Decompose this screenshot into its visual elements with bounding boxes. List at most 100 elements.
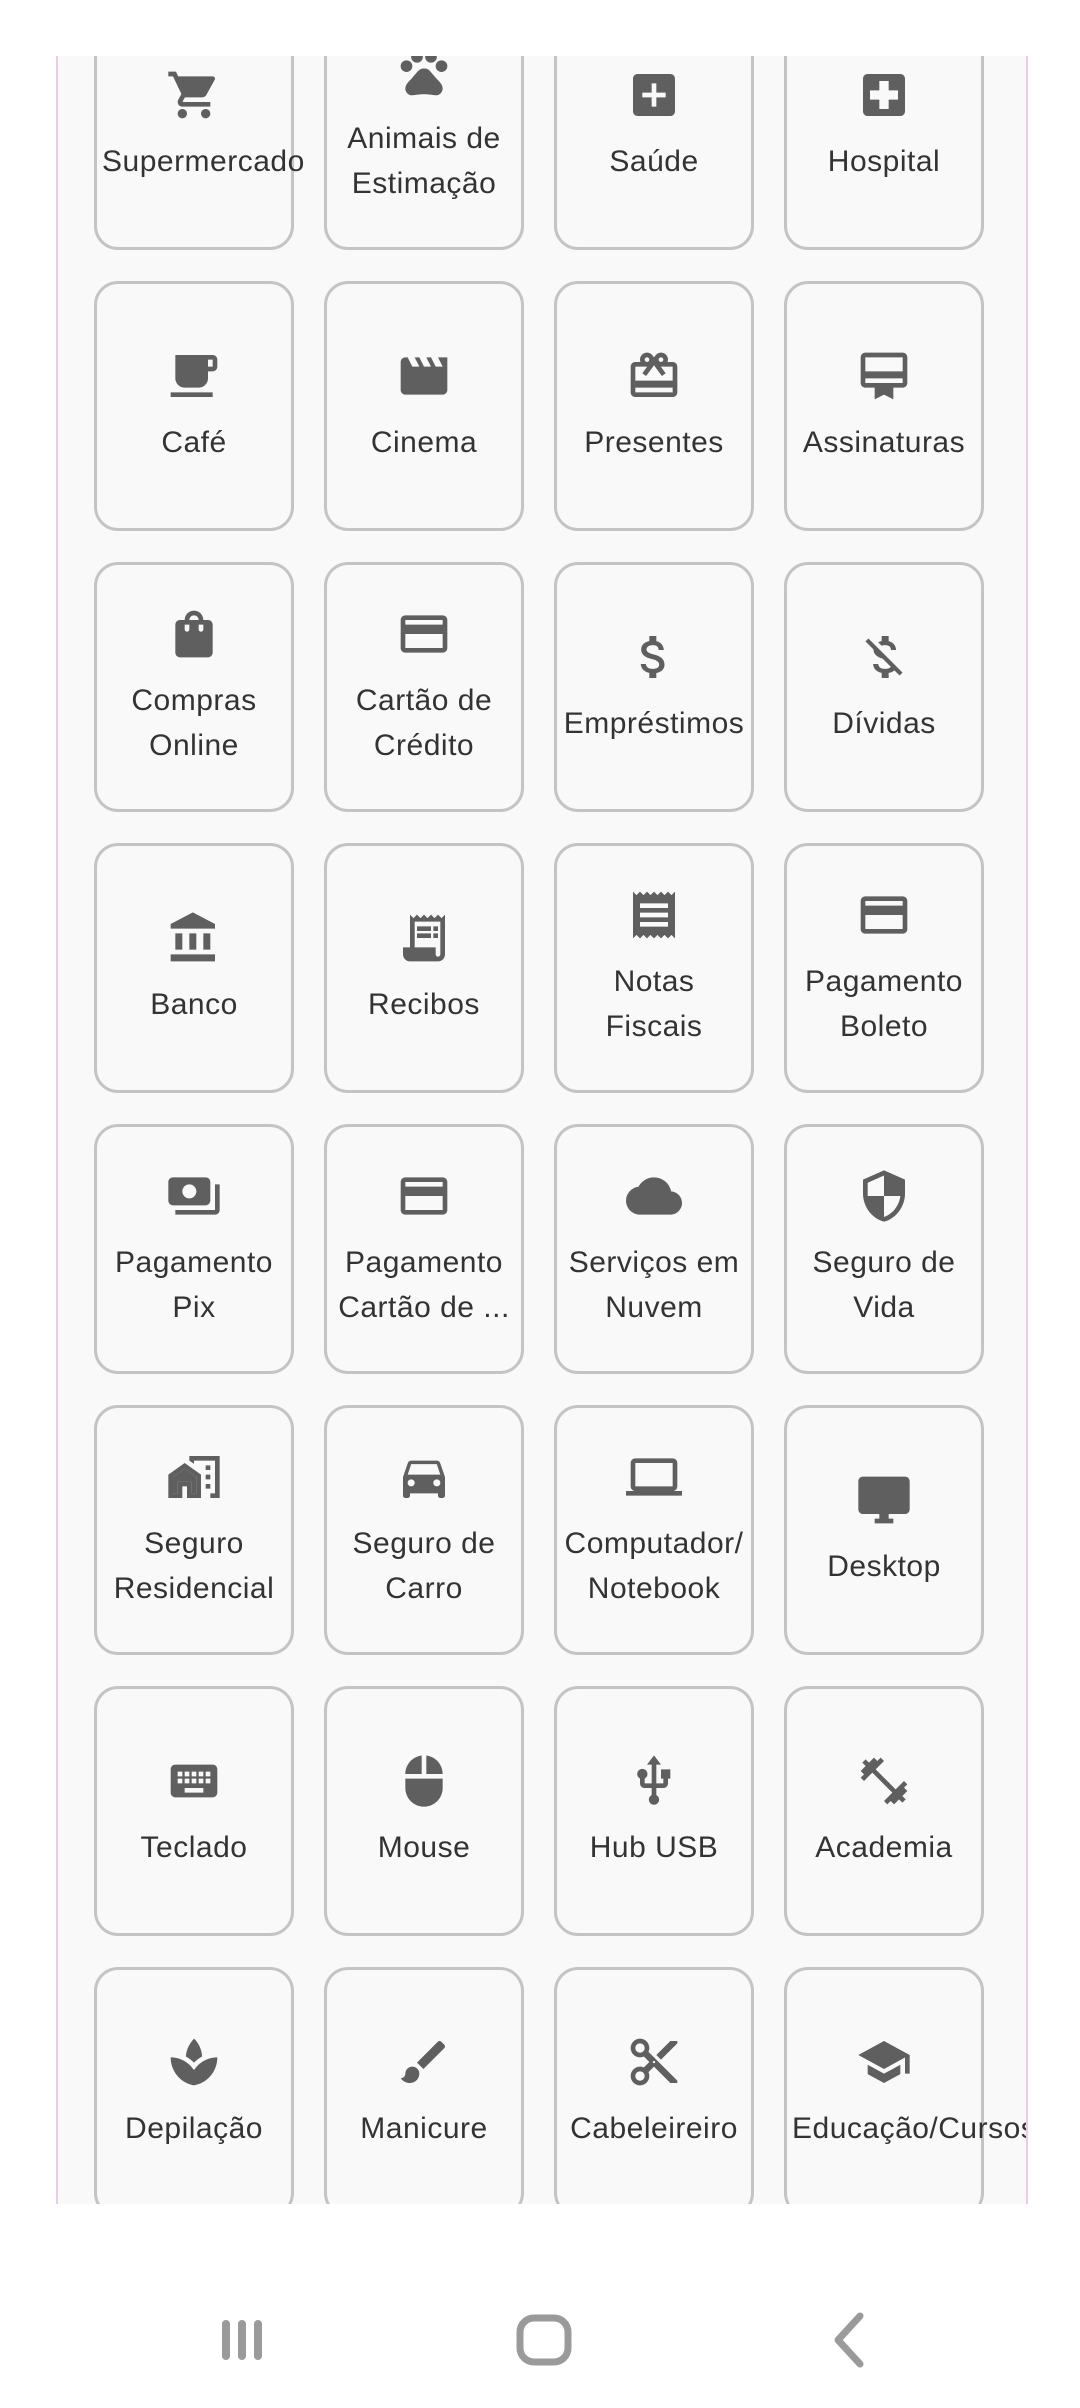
recent-apps-icon xyxy=(222,2320,262,2360)
spa-icon xyxy=(166,2034,222,2090)
category-depilacao[interactable]: Depilação xyxy=(94,1967,294,2204)
credit-card-icon xyxy=(396,1168,452,1224)
category-cinema[interactable]: Cinema xyxy=(324,281,524,531)
receipt-icon xyxy=(396,910,452,966)
graduation-cap-icon xyxy=(856,2034,912,2090)
category-label: Cabeleireiro xyxy=(570,2111,738,2145)
category-label: Cartão de Crédito xyxy=(355,684,493,762)
category-banco[interactable]: Banco xyxy=(94,843,294,1093)
back-icon xyxy=(834,2312,864,2368)
gift-icon xyxy=(626,348,682,404)
cloud-icon xyxy=(626,1168,682,1224)
category-label: Seguro de Carro xyxy=(352,1527,496,1605)
cart-icon xyxy=(166,67,222,123)
category-label: Seguro de Vida xyxy=(812,1246,956,1324)
category-manicure[interactable]: Manicure xyxy=(324,1967,524,2204)
house-icon xyxy=(166,1449,222,1505)
category-label: Cinema xyxy=(370,425,478,459)
category-label: Assinaturas xyxy=(802,425,966,459)
hospital-icon xyxy=(856,67,912,123)
dumbbell-icon xyxy=(856,1753,912,1809)
shield-icon xyxy=(856,1168,912,1224)
category-emprestimos[interactable]: Empréstimos xyxy=(554,562,754,812)
category-presentes[interactable]: Presentes xyxy=(554,281,754,531)
category-seguro-carro[interactable]: Seguro de Carro xyxy=(324,1405,524,1655)
category-computador[interactable]: Computador/Notebook xyxy=(554,1405,754,1655)
category-label: Compras Online xyxy=(131,684,257,762)
category-label: Banco xyxy=(150,987,238,1021)
category-label: Academia xyxy=(815,1830,953,1864)
category-label: Hub USB xyxy=(589,1830,719,1864)
bank-icon xyxy=(166,910,222,966)
recent-apps-button[interactable] xyxy=(202,2300,282,2380)
money-off-icon xyxy=(856,629,912,685)
category-servicos-nuvem[interactable]: Serviços em Nuvem xyxy=(554,1124,754,1374)
category-label: Teclado xyxy=(140,1830,248,1864)
category-label: Saúde xyxy=(609,144,699,178)
category-cabeleireiro[interactable]: Cabeleireiro xyxy=(554,1967,754,2204)
category-pagamento-cartao[interactable]: Pagamento Cartão de ... xyxy=(324,1124,524,1374)
subscription-icon xyxy=(856,348,912,404)
credit-card-icon xyxy=(396,606,452,662)
category-label: Desktop xyxy=(827,1549,941,1583)
coffee-icon xyxy=(166,348,222,404)
category-label: Seguro Residencial xyxy=(113,1527,275,1605)
category-pagamento-boleto[interactable]: Pagamento Boleto xyxy=(784,843,984,1093)
category-grid: Supermercado Animais de Estimação Saúde … xyxy=(94,56,1028,2204)
category-label: Pagamento Cartão de ... xyxy=(338,1246,510,1324)
back-button[interactable] xyxy=(810,2300,890,2380)
shopping-bag-icon xyxy=(166,606,222,662)
cash-icon xyxy=(166,1168,222,1224)
category-pagamento-pix[interactable]: Pagamento Pix xyxy=(94,1124,294,1374)
category-seguro-vida[interactable]: Seguro de Vida xyxy=(784,1124,984,1374)
category-label: Pagamento Pix xyxy=(115,1246,273,1324)
mouse-icon xyxy=(396,1753,452,1809)
keyboard-icon xyxy=(166,1753,222,1809)
pet-icon xyxy=(396,56,452,100)
category-animais[interactable]: Animais de Estimação xyxy=(324,56,524,250)
brush-icon xyxy=(396,2034,452,2090)
category-hospital[interactable]: Hospital xyxy=(784,56,984,250)
usb-icon xyxy=(626,1753,682,1809)
home-button[interactable] xyxy=(504,2300,584,2380)
dollar-icon xyxy=(626,629,682,685)
category-notas-fiscais[interactable]: Notas Fiscais xyxy=(554,843,754,1093)
category-label: Notas Fiscais xyxy=(605,965,703,1043)
category-label: Computador/Notebook xyxy=(564,1527,744,1605)
category-cartao-credito[interactable]: Cartão de Crédito xyxy=(324,562,524,812)
category-label: Pagamento Boleto xyxy=(805,965,963,1043)
category-educacao[interactable]: Educação/Cursos xyxy=(784,1967,1028,2204)
category-seguro-residencial[interactable]: Seguro Residencial xyxy=(94,1405,294,1655)
category-teclado[interactable]: Teclado xyxy=(94,1686,294,1936)
category-label: Animais de Estimação xyxy=(347,122,501,200)
movie-icon xyxy=(396,348,452,404)
category-cafe[interactable]: Café xyxy=(94,281,294,531)
category-academia[interactable]: Academia xyxy=(784,1686,984,1936)
category-saude[interactable]: Saúde xyxy=(554,56,754,250)
category-hub-usb[interactable]: Hub USB xyxy=(554,1686,754,1936)
category-panel[interactable]: Supermercado Animais de Estimação Saúde … xyxy=(56,56,1028,2204)
scissors-icon xyxy=(626,2034,682,2090)
category-compras-online[interactable]: Compras Online xyxy=(94,562,294,812)
category-dividas[interactable]: Dívidas xyxy=(784,562,984,812)
category-label: Depilação xyxy=(125,2111,263,2145)
category-label: Recibos xyxy=(368,987,480,1021)
category-label: Educação/Cursos xyxy=(792,2111,1028,2145)
category-assinaturas[interactable]: Assinaturas xyxy=(784,281,984,531)
payment-card-icon xyxy=(856,887,912,943)
category-label: Manicure xyxy=(360,2111,488,2145)
category-label: Dívidas xyxy=(832,706,936,740)
category-supermercado[interactable]: Supermercado xyxy=(94,56,304,250)
category-mouse[interactable]: Mouse xyxy=(324,1686,524,1936)
home-icon xyxy=(516,2314,572,2366)
category-label: Serviços em Nuvem xyxy=(568,1246,740,1324)
category-label: Café xyxy=(161,425,227,459)
invoice-icon xyxy=(626,887,682,943)
desktop-icon xyxy=(856,1472,912,1528)
category-recibos[interactable]: Recibos xyxy=(324,843,524,1093)
category-label: Mouse xyxy=(377,1830,471,1864)
category-label: Hospital xyxy=(827,144,941,178)
laptop-icon xyxy=(626,1449,682,1505)
car-icon xyxy=(396,1449,452,1505)
category-desktop[interactable]: Desktop xyxy=(784,1405,984,1655)
